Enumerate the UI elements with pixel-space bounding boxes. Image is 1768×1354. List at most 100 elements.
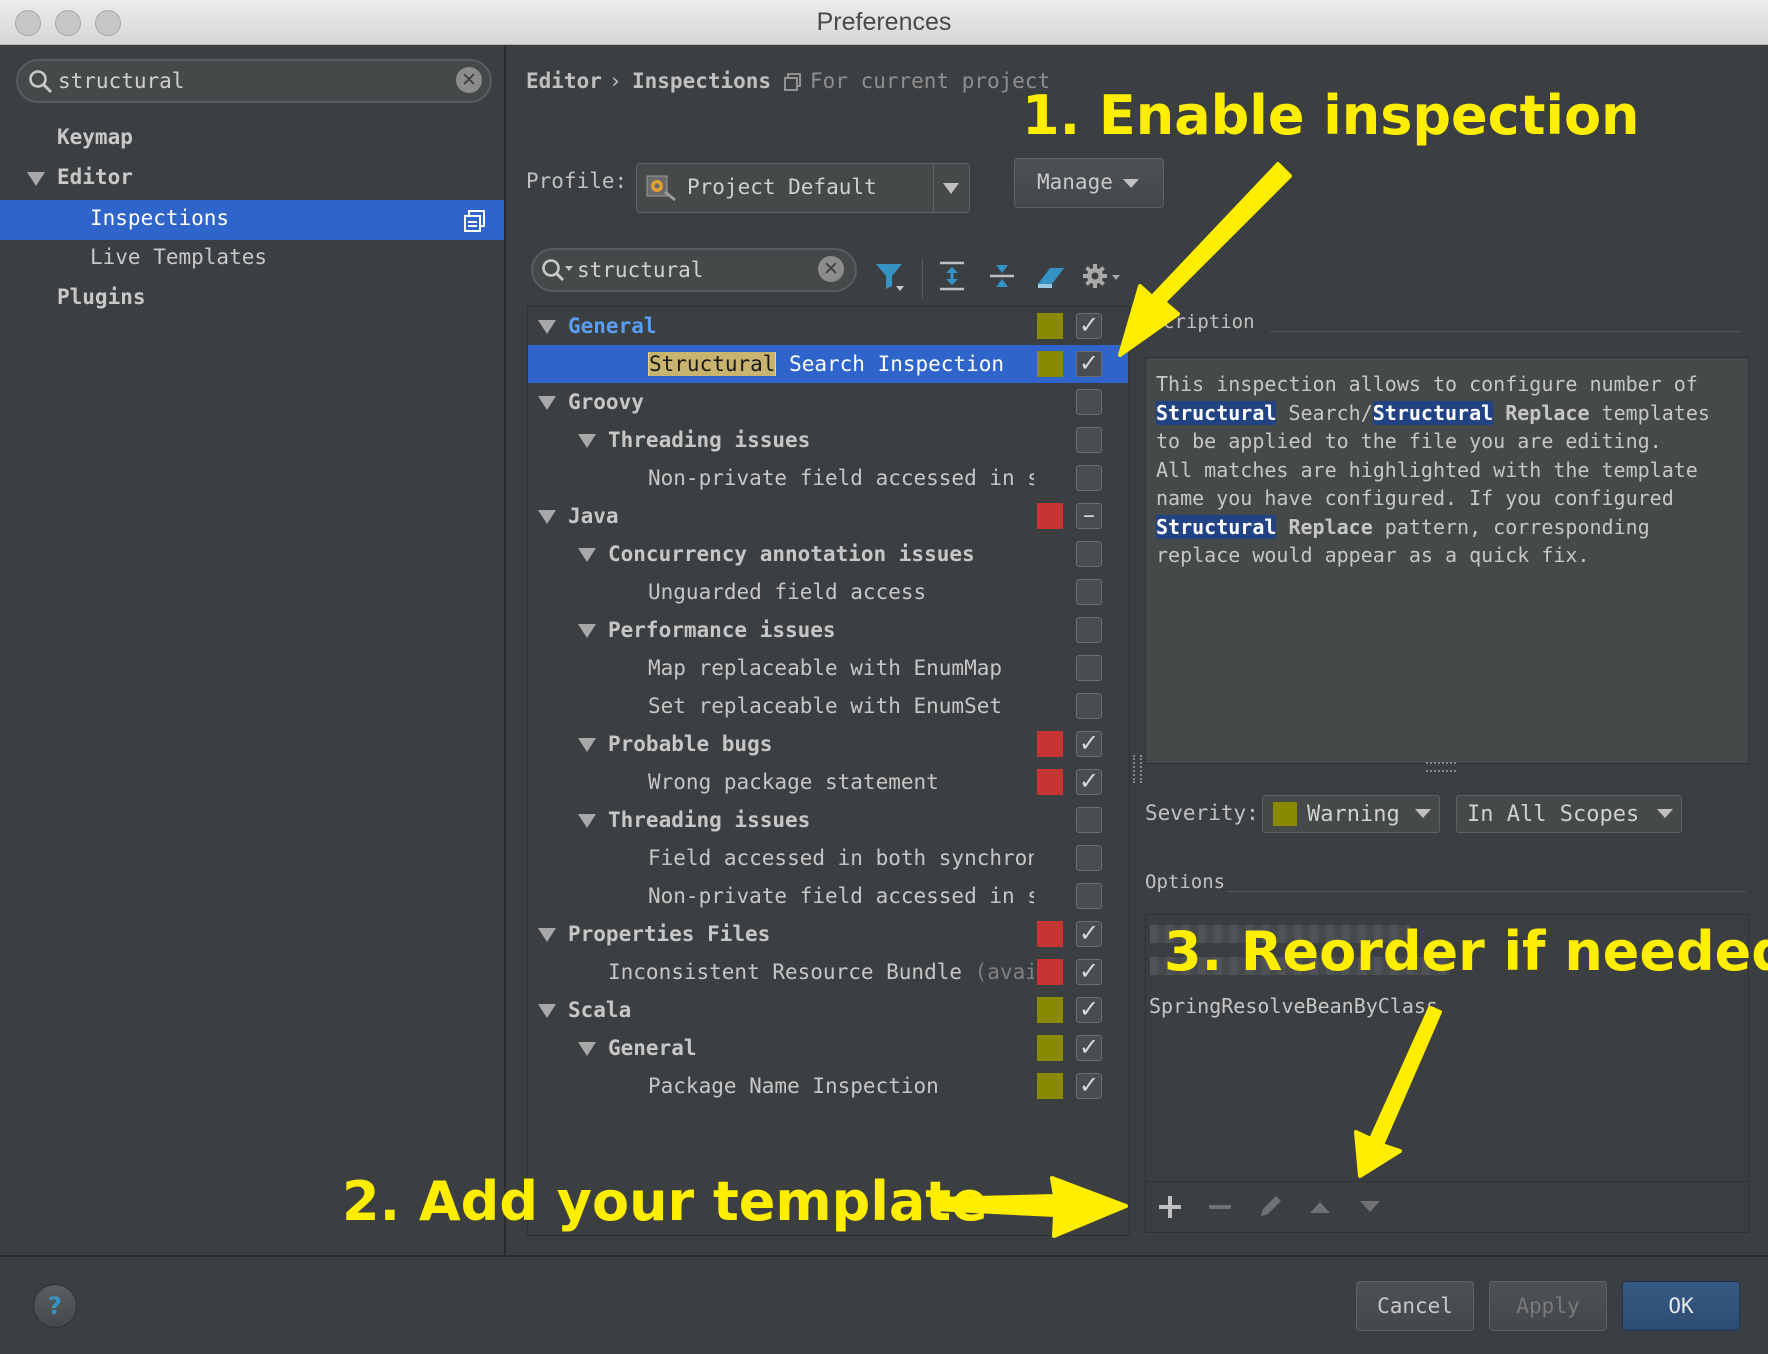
remove-icon[interactable]	[1208, 1195, 1232, 1219]
tree-row[interactable]: Groovy	[528, 383, 1128, 421]
profile-settings-icon	[646, 175, 676, 202]
search-icon	[29, 70, 53, 94]
tree-row[interactable]: Non-private field accessed in s	[528, 459, 1128, 497]
option-template-item[interactable]: SpringResolveBeanByClass	[1149, 994, 1438, 1018]
expand-arrow-icon[interactable]	[578, 1042, 596, 1056]
tree-row-text: Properties Files	[568, 922, 771, 946]
expand-all-icon[interactable]	[938, 260, 966, 292]
tree-row-label: Properties Files	[568, 922, 770, 946]
tree-row-label: Scala	[568, 998, 631, 1022]
gear-icon[interactable]	[1082, 262, 1122, 292]
description-text: Search/	[1276, 400, 1373, 425]
severity-color-swatch	[1037, 351, 1063, 377]
tree-row-label: Non-private field accessed in s	[648, 466, 1034, 490]
expand-arrow-icon[interactable]	[538, 510, 556, 524]
tree-row[interactable]: General ✓	[528, 1029, 1128, 1067]
tree-row[interactable]: Java –	[528, 497, 1128, 535]
tree-row-text: Unguarded field access	[648, 580, 927, 604]
sidebar-item-inspections[interactable]: Inspections	[0, 200, 504, 240]
tree-row-text: Concurrency annotation issues	[608, 542, 975, 566]
expand-arrow-icon[interactable]	[27, 172, 45, 186]
expand-arrow-icon[interactable]	[578, 814, 596, 828]
expand-arrow-icon[interactable]	[578, 548, 596, 562]
ok-button[interactable]: OK	[1622, 1281, 1740, 1331]
severity-select[interactable]: Warning	[1262, 795, 1440, 833]
inspection-filter-input[interactable]: structural ✕	[531, 248, 857, 292]
tree-row[interactable]: General ✓	[528, 307, 1128, 345]
enable-checkbox[interactable]	[1076, 655, 1102, 681]
enable-checkbox[interactable]: ✓	[1076, 921, 1102, 947]
tree-row[interactable]: Structural Search Inspection ✓	[528, 345, 1128, 383]
enable-checkbox[interactable]: ✓	[1076, 959, 1102, 985]
expand-arrow-icon[interactable]	[578, 624, 596, 638]
enable-checkbox[interactable]: ✓	[1076, 997, 1102, 1023]
sidebar-item-live-templates[interactable]: Live Templates	[90, 245, 267, 269]
enable-checkbox[interactable]	[1076, 617, 1102, 643]
collapse-all-icon[interactable]	[988, 260, 1016, 292]
enable-checkbox[interactable]: ✓	[1076, 313, 1102, 339]
severity-color-swatch	[1037, 731, 1063, 757]
move-up-icon[interactable]	[1308, 1199, 1332, 1215]
apply-button[interactable]: Apply	[1489, 1281, 1607, 1331]
expand-arrow-icon[interactable]	[538, 320, 556, 334]
enable-checkbox[interactable]	[1076, 807, 1102, 833]
scope-select[interactable]: In All Scopes	[1456, 795, 1682, 833]
severity-color-swatch	[1037, 959, 1063, 985]
cancel-button[interactable]: Cancel	[1356, 1281, 1474, 1331]
enable-checkbox[interactable]: ✓	[1076, 769, 1102, 795]
manage-button[interactable]: Manage	[1014, 158, 1164, 208]
tree-row[interactable]: Concurrency annotation issues	[528, 535, 1128, 573]
tree-row[interactable]: Map replaceable with EnumMap	[528, 649, 1128, 687]
options-title: Options	[1145, 871, 1226, 893]
clear-search-icon[interactable]: ✕	[456, 67, 482, 93]
profile-select[interactable]: Project Default	[636, 163, 970, 213]
reset-eraser-icon[interactable]	[1034, 262, 1068, 290]
help-button[interactable]: ?	[33, 1284, 77, 1328]
add-icon[interactable]	[1158, 1195, 1182, 1219]
edit-pencil-icon[interactable]	[1258, 1193, 1284, 1219]
enable-checkbox[interactable]: ✓	[1076, 731, 1102, 757]
tree-row[interactable]: Properties Files ✓	[528, 915, 1128, 953]
tree-row[interactable]: Performance issues	[528, 611, 1128, 649]
enable-checkbox[interactable]: –	[1076, 503, 1102, 529]
enable-checkbox[interactable]: ✓	[1076, 1073, 1102, 1099]
expand-arrow-icon[interactable]	[578, 434, 596, 448]
tree-row[interactable]: Probable bugs ✓	[528, 725, 1128, 763]
enable-checkbox[interactable]	[1076, 427, 1102, 453]
tree-row[interactable]: Wrong package statement ✓	[528, 763, 1128, 801]
enable-checkbox[interactable]	[1076, 389, 1102, 415]
enable-checkbox[interactable]	[1076, 845, 1102, 871]
project-scope-icon	[464, 210, 485, 232]
tree-row[interactable]: Set replaceable with EnumSet	[528, 687, 1128, 725]
tree-row[interactable]: Package Name Inspection ✓	[528, 1067, 1128, 1105]
enable-checkbox[interactable]	[1076, 579, 1102, 605]
move-down-icon[interactable]	[1358, 1199, 1382, 1215]
enable-checkbox[interactable]	[1076, 465, 1102, 491]
tree-row[interactable]: Non-private field accessed in s	[528, 877, 1128, 915]
sidebar-item-plugins[interactable]: Plugins	[57, 285, 146, 309]
sidebar-item-editor[interactable]: Editor	[57, 165, 133, 189]
tree-row[interactable]: Field accessed in both synchron	[528, 839, 1128, 877]
severity-value: Warning	[1307, 802, 1400, 827]
enable-checkbox[interactable]	[1076, 883, 1102, 909]
tree-row[interactable]: Threading issues	[528, 801, 1128, 839]
tree-row[interactable]: Unguarded field access	[528, 573, 1128, 611]
tree-row-text: Non-private field accessed in s	[648, 884, 1034, 908]
clear-filter-icon[interactable]: ✕	[818, 256, 844, 282]
tree-row[interactable]: Threading issues	[528, 421, 1128, 459]
enable-checkbox[interactable]: ✓	[1076, 1035, 1102, 1061]
settings-search-input[interactable]: structural ✕	[16, 59, 492, 103]
expand-arrow-icon[interactable]	[538, 396, 556, 410]
expand-arrow-icon[interactable]	[578, 738, 596, 752]
enable-checkbox[interactable]	[1076, 541, 1102, 567]
enable-checkbox[interactable]: ✓	[1076, 351, 1102, 377]
expand-arrow-icon[interactable]	[538, 928, 556, 942]
tree-row[interactable]: Inconsistent Resource Bundle (avail ✓	[528, 953, 1128, 991]
tree-row-label: Inconsistent Resource Bundle (avail	[608, 960, 1034, 984]
tree-row[interactable]: Scala ✓	[528, 991, 1128, 1029]
tree-row-label: General	[608, 1036, 697, 1060]
filter-icon[interactable]	[874, 262, 906, 292]
expand-arrow-icon[interactable]	[538, 1004, 556, 1018]
enable-checkbox[interactable]	[1076, 693, 1102, 719]
sidebar-item-keymap[interactable]: Keymap	[57, 125, 133, 149]
